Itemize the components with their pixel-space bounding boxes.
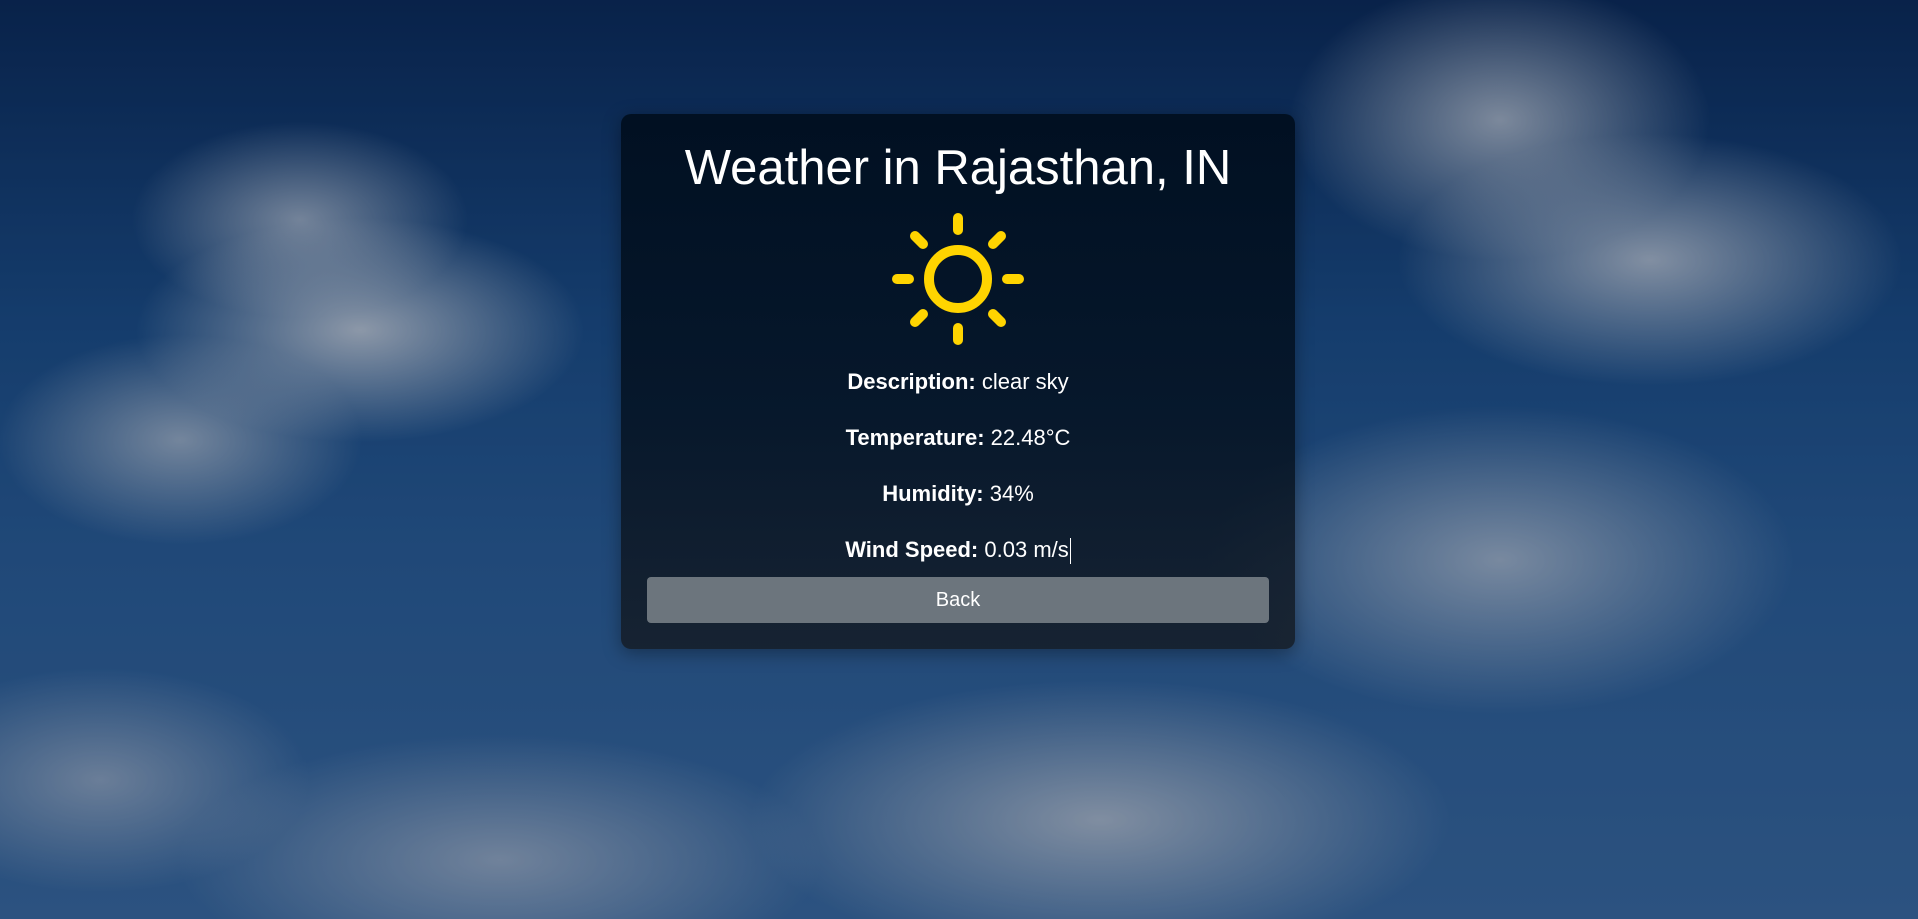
- weather-details: Description: clear sky Temperature: 22.4…: [621, 354, 1295, 578]
- description-value: clear sky: [981, 369, 1069, 394]
- weather-card: Weather in Rajasthan, IN Description: cl…: [621, 114, 1295, 649]
- page-title: Weather in Rajasthan, IN: [684, 141, 1232, 195]
- wind-speed-row: Wind Speed: 0.03 m/s: [621, 522, 1295, 578]
- humidity-row: Humidity: 34%: [621, 466, 1295, 522]
- wind-speed-value: 0.03 m/s: [984, 537, 1069, 562]
- back-button[interactable]: Back: [647, 577, 1269, 623]
- temperature-label: Temperature:: [845, 425, 985, 450]
- wind-speed-label: Wind Speed:: [845, 537, 979, 562]
- temperature-value: 22.48°C: [990, 425, 1071, 450]
- description-row: Description: clear sky: [621, 354, 1295, 410]
- temperature-row: Temperature: 22.48°C: [621, 410, 1295, 466]
- sun-icon: [887, 208, 1029, 350]
- text-caret: [1069, 538, 1071, 565]
- humidity-value: 34%: [989, 481, 1034, 506]
- humidity-label: Humidity:: [882, 481, 984, 506]
- description-label: Description:: [847, 369, 976, 394]
